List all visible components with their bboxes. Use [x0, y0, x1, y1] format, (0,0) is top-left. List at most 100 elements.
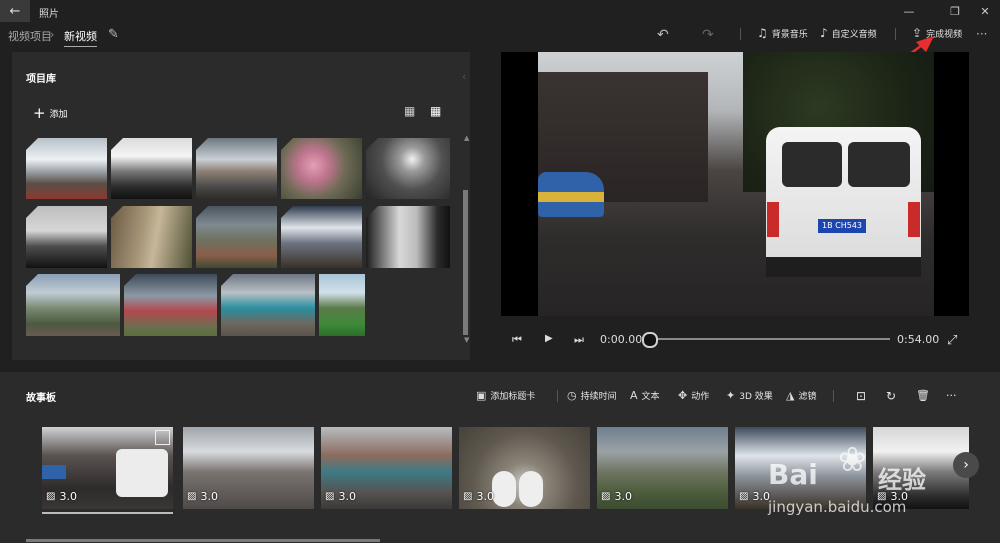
3d-effects-button[interactable]: ✦ 3D 效果: [726, 389, 773, 402]
resize-icon[interactable]: ⊡: [856, 389, 866, 403]
card-duration: ▨ 3.0: [739, 490, 770, 503]
3d-effects-label: 3D 效果: [739, 392, 773, 402]
app-title: 照片: [39, 9, 59, 20]
select-checkbox[interactable]: [155, 430, 170, 445]
add-media-button[interactable]: + 添加: [33, 104, 68, 122]
card-duration: ▨ 3.0: [463, 490, 494, 503]
image-icon: ▨: [325, 491, 335, 502]
clock-icon: ◷: [567, 389, 577, 402]
project-library-title: 项目库: [26, 74, 56, 85]
storyboard-card[interactable]: ▨ 3.0: [459, 427, 590, 509]
watermark-brand: Bai: [768, 458, 818, 491]
storyboard-card[interactable]: ▨ 3.0: [321, 427, 452, 509]
fullscreen-icon[interactable]: ⤢: [947, 333, 957, 348]
large-grid-view-icon[interactable]: ▦: [404, 104, 415, 118]
duration-label: 持续时间: [580, 392, 617, 402]
library-thumbnail[interactable]: [366, 206, 450, 268]
selected-card-indicator: [42, 512, 173, 514]
storyboard-card[interactable]: ▨ 3.0: [42, 427, 173, 509]
current-time: 0:00.00: [600, 333, 643, 346]
total-time: 0:54.00: [897, 333, 940, 346]
storyboard-title: 故事板: [26, 393, 56, 404]
storyboard-scrollbar-thumb[interactable]: [26, 539, 380, 542]
toolbar-divider: [557, 390, 558, 402]
back-button[interactable]: ←: [0, 0, 30, 22]
redo-icon[interactable]: ↷: [702, 27, 714, 43]
scroll-up-icon[interactable]: ▲: [464, 134, 469, 142]
text-label: 文本: [641, 392, 660, 402]
storyboard-more-icon[interactable]: ···: [946, 389, 957, 402]
library-thumbnail[interactable]: [281, 206, 362, 268]
seek-bar[interactable]: [648, 338, 890, 340]
undo-icon[interactable]: ↶: [657, 27, 669, 43]
edit-title-icon[interactable]: ✎: [108, 27, 119, 42]
image-icon: ▨: [739, 491, 749, 502]
title-bar: [0, 0, 1000, 22]
filter-icon: ◮: [786, 389, 795, 402]
image-icon: ▨: [187, 491, 197, 502]
breadcrumb-current: 新视频: [64, 28, 97, 47]
card-duration: ▨ 3.0: [46, 490, 77, 503]
background-music-label: 背景音乐: [771, 29, 808, 40]
breadcrumb-separator: ›: [50, 28, 55, 41]
library-thumbnail[interactable]: [196, 206, 277, 268]
music-note-icon: ♫: [757, 26, 768, 40]
storyboard-card[interactable]: ▨ 3.0: [183, 427, 314, 509]
library-scrollbar-thumb[interactable]: [463, 190, 468, 335]
rotate-icon[interactable]: ↻: [886, 389, 896, 403]
library-thumbnail[interactable]: [124, 274, 217, 336]
motion-label: 动作: [691, 392, 710, 402]
storyboard-card[interactable]: ▨ 3.0: [597, 427, 728, 509]
filters-label: 滤镜: [798, 392, 817, 402]
toolbar-divider: [740, 28, 741, 40]
add-media-label: 添加: [49, 109, 68, 120]
library-thumbnail[interactable]: [111, 206, 192, 268]
library-thumbnail[interactable]: [111, 138, 192, 199]
plus-icon: +: [33, 104, 46, 122]
minimize-button[interactable]: —: [896, 0, 922, 22]
card-duration: ▨ 3.0: [601, 490, 632, 503]
filters-button[interactable]: ◮ 滤镜: [786, 389, 816, 402]
paw-icon: ❀: [838, 440, 867, 480]
watermark-brand-suffix: 经验: [878, 466, 926, 494]
next-frame-icon[interactable]: ⏭: [574, 333, 584, 347]
seek-thumb[interactable]: [642, 332, 658, 348]
more-options-icon[interactable]: ···: [976, 27, 987, 41]
text-icon: A: [630, 389, 638, 402]
restore-button[interactable]: ❐: [942, 0, 968, 22]
motion-button[interactable]: ✥ 动作: [678, 389, 709, 402]
scroll-down-icon[interactable]: ▼: [464, 336, 469, 344]
delete-icon[interactable]: 🗑: [916, 389, 930, 402]
library-thumbnail[interactable]: [26, 274, 120, 336]
motion-icon: ✥: [678, 389, 688, 402]
text-button[interactable]: A 文本: [630, 389, 660, 402]
collapse-panel-icon[interactable]: ‹: [462, 70, 466, 83]
library-thumbnail[interactable]: [26, 138, 107, 199]
duration-button[interactable]: ◷ 持续时间: [567, 389, 617, 402]
sparkle-icon: ✦: [726, 389, 736, 402]
title-card-icon: ▣: [476, 389, 487, 402]
library-thumbnail[interactable]: [281, 138, 362, 199]
breadcrumb-parent[interactable]: 视频项目: [8, 28, 52, 44]
previous-frame-icon[interactable]: ⏮: [512, 333, 522, 347]
preview-image: 1B CH543: [538, 52, 934, 316]
small-grid-view-icon[interactable]: ▦: [430, 104, 441, 118]
card-duration: ▨ 3.0: [325, 490, 356, 503]
license-plate: 1B CH543: [818, 219, 866, 233]
close-button[interactable]: ✕: [972, 0, 998, 22]
storyboard-next-icon[interactable]: ›: [953, 452, 979, 478]
library-thumbnail[interactable]: [366, 138, 450, 199]
library-thumbnail[interactable]: [26, 206, 107, 268]
watermark-url: jingyan.baidu.com: [768, 498, 907, 516]
card-duration: ▨ 3.0: [187, 490, 218, 503]
image-icon: ▨: [463, 491, 473, 502]
add-title-card-button[interactable]: ▣ 添加标题卡: [476, 389, 535, 402]
library-thumbnail[interactable]: [196, 138, 277, 199]
background-music-button[interactable]: ♫ 背景音乐: [757, 26, 808, 40]
image-icon: ▨: [601, 491, 611, 502]
library-thumbnail[interactable]: [319, 274, 365, 336]
library-thumbnail[interactable]: [221, 274, 315, 336]
add-title-card-label: 添加标题卡: [490, 392, 536, 402]
play-icon[interactable]: ▶: [545, 333, 553, 344]
image-icon: ▨: [46, 491, 56, 502]
